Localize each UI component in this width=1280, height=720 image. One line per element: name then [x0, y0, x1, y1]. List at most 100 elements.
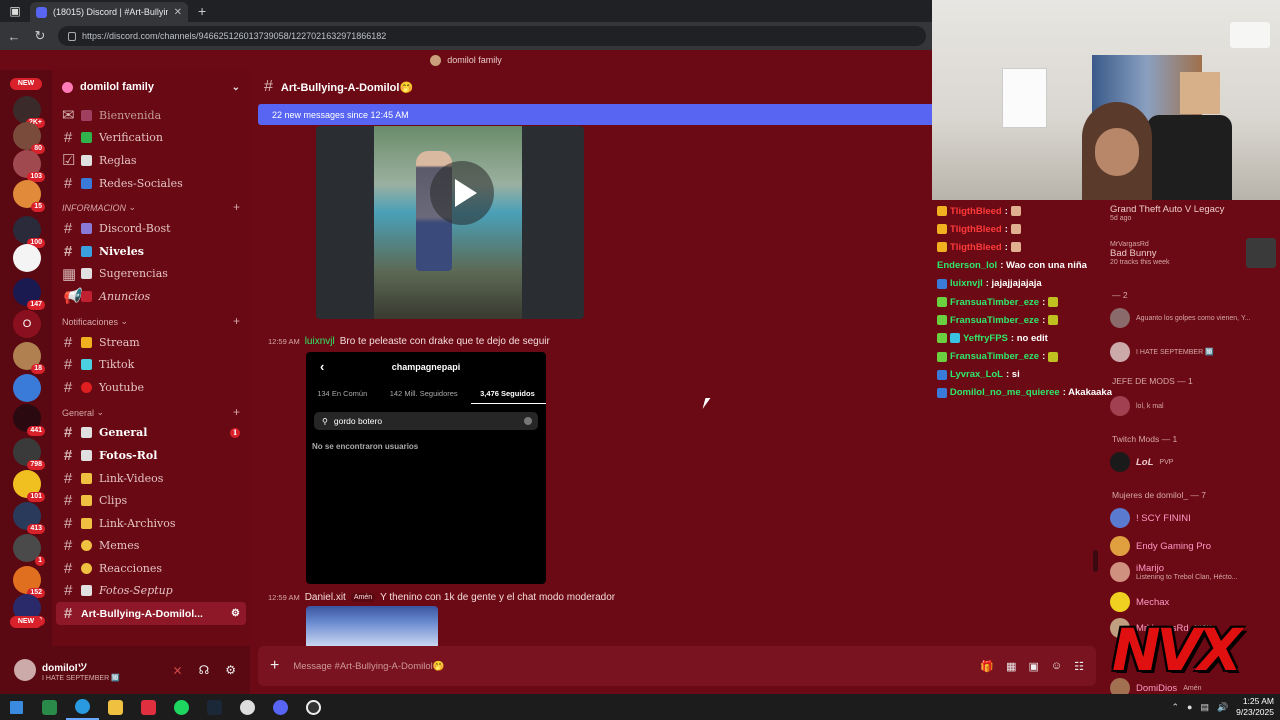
server-icon[interactable]: 100: [13, 216, 45, 248]
taskbar-app[interactable]: [297, 694, 330, 720]
taskbar-app[interactable]: [99, 694, 132, 720]
server-icon[interactable]: 152: [13, 566, 45, 598]
channel-fotos-rol[interactable]: # Fotos-Rol: [52, 444, 250, 467]
sticker-icon[interactable]: ▣: [1028, 660, 1038, 673]
channel-sugerencias[interactable]: ▦ Sugerencias: [52, 263, 250, 286]
new-messages-banner[interactable]: 22 new messages since 12:45 AM: [258, 104, 932, 125]
server-icon[interactable]: 2K+: [13, 96, 45, 128]
emoji-icon[interactable]: ☺: [1051, 660, 1062, 673]
server-icon[interactable]: 798: [13, 438, 45, 470]
chevron-down-icon[interactable]: ⌄: [232, 82, 240, 93]
taskbar-app[interactable]: [264, 694, 297, 720]
channel-bienvenida[interactable]: ✉ Bienvenida: [52, 104, 250, 127]
taskbar-app-edge[interactable]: [66, 694, 99, 720]
mute-icon[interactable]: ⨯: [173, 663, 183, 677]
taskbar-app[interactable]: [165, 694, 198, 720]
add-attachment-icon[interactable]: +: [270, 657, 279, 675]
taskbar-app[interactable]: [198, 694, 231, 720]
category-notificaciones[interactable]: Notificaciones ⌄ +: [52, 308, 250, 331]
member-row[interactable]: Aguanto los golpes como vienen, Y...: [1110, 308, 1276, 328]
taskbar-app[interactable]: [132, 694, 165, 720]
browser-tab[interactable]: (18015) Discord | #Art-Bullying-A ✕: [30, 2, 188, 22]
server-icon[interactable]: 103: [13, 150, 45, 182]
add-channel-icon[interactable]: +: [233, 405, 240, 419]
channel-memes[interactable]: # Memes: [52, 535, 250, 558]
start-button[interactable]: [0, 694, 33, 720]
add-channel-icon[interactable]: +: [233, 314, 240, 328]
network-icon[interactable]: ▤: [1200, 702, 1209, 713]
image-attachment[interactable]: ‹ champagnepapi 134 En Común 142 Mill. S…: [306, 352, 546, 584]
play-icon[interactable]: [430, 161, 494, 225]
member-row[interactable]: iMarijo Listening to Trebol Clan, Hécto..…: [1110, 562, 1276, 582]
channel-art-bullying-selected[interactable]: # Art-Bullying-A-Domilol... ⚙: [56, 602, 246, 625]
volume-icon[interactable]: 🔊: [1217, 702, 1228, 713]
gift-icon[interactable]: 🎁: [980, 660, 994, 673]
channel-redes-sociales[interactable]: # Redes-Sociales: [52, 172, 250, 195]
member-row[interactable]: I HATE SEPTEMBER 🔟: [1110, 342, 1276, 362]
member-activity[interactable]: MrVargasRd Bad Bunny 20 tracks this week: [1110, 238, 1276, 268]
channel-reacciones[interactable]: # Reacciones: [52, 557, 250, 580]
url-field[interactable]: https://discord.com/channels/94662512601…: [58, 26, 926, 46]
back-icon[interactable]: ←: [6, 29, 22, 44]
server-icon[interactable]: O: [13, 310, 41, 338]
image-attachment[interactable]: [306, 606, 438, 646]
window-menu-icon[interactable]: ▣: [0, 0, 30, 22]
invite-icon[interactable]: ⚙: [231, 608, 240, 619]
scrollbar[interactable]: [1093, 550, 1098, 572]
channel-fotos-septup[interactable]: # Fotos-Septup: [52, 580, 250, 603]
member-row[interactable]: Mechax: [1110, 592, 1276, 612]
close-tab-icon[interactable]: ✕: [174, 7, 182, 18]
microphone-icon[interactable]: ●: [1187, 702, 1192, 712]
site-info-icon[interactable]: [68, 31, 76, 41]
member-activity[interactable]: Grand Theft Auto V Legacy 5d ago: [1110, 204, 1276, 222]
channel-discord-bost[interactable]: # Discord-Bost: [52, 217, 250, 240]
chat-text: : si: [1005, 369, 1020, 381]
new-pill-bottom[interactable]: NEW: [10, 616, 42, 628]
member-row[interactable]: lol, k mal: [1110, 396, 1276, 416]
taskbar-app[interactable]: [33, 694, 66, 720]
server-icon[interactable]: 15: [13, 180, 45, 212]
add-channel-icon[interactable]: +: [233, 200, 240, 214]
member-row[interactable]: Endy Gaming Pro: [1110, 536, 1276, 556]
channel-clips[interactable]: # Clips: [52, 489, 250, 512]
member-row[interactable]: ! SCY FININI: [1110, 508, 1276, 528]
server-icon[interactable]: [13, 244, 41, 272]
server-icon[interactable]: 441: [13, 404, 45, 436]
channel-anuncios[interactable]: 📢 Anuncios: [52, 285, 250, 308]
member-row[interactable]: LoL PVP: [1110, 452, 1276, 472]
channel-link-archivos[interactable]: # Link-Archivos: [52, 512, 250, 535]
category-informacion[interactable]: INFORMACION ⌄ +: [52, 194, 250, 217]
message-author[interactable]: Daniel.xit: [305, 592, 346, 603]
new-tab-icon[interactable]: +: [198, 3, 206, 19]
headphones-icon[interactable]: ☊: [199, 663, 210, 677]
reload-icon[interactable]: ↻: [32, 28, 48, 44]
channel-reglas[interactable]: ☑ Reglas: [52, 149, 250, 172]
message-author[interactable]: luixnvjl: [305, 336, 335, 347]
server-icon[interactable]: 413: [13, 502, 45, 534]
gif-icon[interactable]: ▦: [1006, 660, 1016, 673]
avatar[interactable]: [14, 659, 36, 681]
clock[interactable]: 1:25 AM 9/23/2025: [1236, 696, 1274, 718]
channel-verification[interactable]: # Verification: [52, 127, 250, 150]
server-name-header[interactable]: domilol family ⌄: [52, 70, 250, 104]
server-icon[interactable]: 1: [13, 534, 45, 566]
new-pill-top[interactable]: NEW: [10, 78, 42, 90]
server-icon[interactable]: 18: [13, 342, 45, 374]
chevron-up-icon[interactable]: ⌃: [1171, 702, 1179, 713]
server-icon[interactable]: 101: [13, 470, 45, 502]
channel-niveles[interactable]: # Niveles: [52, 240, 250, 263]
server-icon[interactable]: [13, 374, 41, 402]
channel-stream[interactable]: # Stream: [52, 331, 250, 354]
server-icon[interactable]: 80: [13, 122, 45, 154]
channel-general[interactable]: # General 1: [52, 422, 250, 445]
gear-icon[interactable]: ⚙: [225, 663, 236, 677]
channel-youtube[interactable]: # Youtube: [52, 376, 250, 399]
server-icon[interactable]: 147: [13, 278, 45, 310]
taskbar-app[interactable]: [231, 694, 264, 720]
message-composer[interactable]: + Message #Art-Bullying-A-Domilol🤭 🎁 ▦ ▣…: [258, 646, 1096, 686]
apps-icon[interactable]: ☷: [1074, 660, 1084, 673]
channel-link-videos[interactable]: # Link-Videos: [52, 467, 250, 490]
channel-tiktok[interactable]: # Tiktok: [52, 353, 250, 376]
video-attachment[interactable]: [316, 126, 584, 319]
category-general[interactable]: General ⌄ +: [52, 399, 250, 422]
